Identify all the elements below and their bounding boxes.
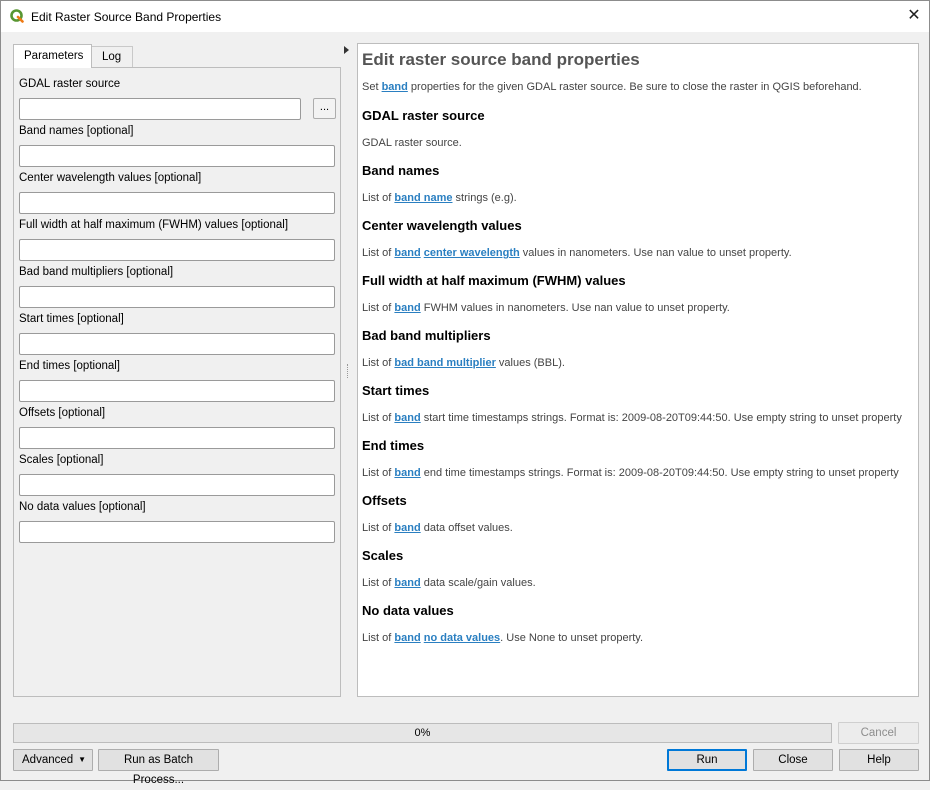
collapse-arrow-icon[interactable]: [343, 45, 351, 55]
band-link[interactable]: band: [394, 412, 420, 424]
window-title: Edit Raster Source Band Properties: [31, 10, 222, 24]
help-title: Edit raster source band properties: [362, 50, 640, 69]
help-heading-no-data-values: No data values: [362, 603, 454, 618]
help-text: List of: [362, 302, 395, 314]
band-link[interactable]: band: [394, 302, 420, 314]
help-desc-fwhm: List of band FWHM values in nanometers. …: [362, 302, 730, 314]
band-name-link[interactable]: band name: [394, 192, 452, 204]
help-text: strings (e.g).: [452, 192, 517, 204]
band-link[interactable]: band: [394, 632, 420, 644]
help-text: List of: [362, 412, 395, 424]
start-times-input[interactable]: [19, 333, 335, 355]
band-names-input[interactable]: [19, 145, 335, 167]
gdal-raster-source-input[interactable]: [19, 98, 301, 120]
band-link[interactable]: band: [394, 467, 420, 479]
help-heading-end-times: End times: [362, 438, 425, 453]
offsets-input[interactable]: [19, 427, 335, 449]
help-text: List of: [362, 357, 395, 369]
progress-text: 0%: [414, 727, 431, 739]
help-heading-bad-band-multipliers: Bad band multipliers: [362, 328, 491, 343]
field-label-band-names: Band names [optional]: [19, 125, 134, 137]
help-intro-text: Set: [362, 81, 382, 93]
band-link[interactable]: band: [394, 522, 420, 534]
bad-band-multipliers-input[interactable]: [19, 286, 335, 308]
help-intro-text: properties for the given GDAL raster sou…: [407, 81, 862, 93]
help-heading-band-names: Band names: [362, 163, 440, 178]
help-panel: Edit raster source band properties Set b…: [357, 43, 919, 697]
help-intro: Set band properties for the given GDAL r…: [362, 81, 862, 93]
help-heading-scales: Scales: [362, 548, 404, 563]
field-label-end-times: End times [optional]: [19, 360, 121, 372]
advanced-button[interactable]: Advanced ▼: [13, 749, 93, 771]
help-text: start time timestamps strings. Format is…: [420, 412, 902, 424]
no-data-values-link[interactable]: no data values: [424, 632, 500, 644]
center-wavelength-link[interactable]: center wavelength: [424, 247, 520, 259]
close-button[interactable]: Close: [753, 749, 833, 771]
help-desc-end-times: List of band end time timestamps strings…: [362, 467, 899, 479]
help-text: List of: [362, 577, 395, 589]
run-button[interactable]: Run: [667, 749, 747, 771]
help-desc-start-times: List of band start time timestamps strin…: [362, 412, 902, 424]
help-heading-fwhm: Full width at half maximum (FWHM) values: [362, 273, 626, 288]
scales-input[interactable]: [19, 474, 335, 496]
help-text: List of: [362, 247, 395, 259]
dialog-window: Edit Raster Source Band Properties ✕ Par…: [0, 0, 930, 786]
no-data-values-input[interactable]: [19, 521, 335, 543]
run-batch-button[interactable]: Run as Batch Process...: [98, 749, 219, 786]
help-text: FWHM values in nanometers. Use nan value…: [420, 302, 730, 314]
title-bar: Edit Raster Source Band Properties ✕: [1, 1, 929, 32]
tab-log[interactable]: Log: [91, 46, 133, 67]
help-text: List of: [362, 192, 395, 204]
help-heading-start-times: Start times: [362, 383, 430, 398]
field-label-no-data-values: No data values [optional]: [19, 501, 146, 513]
help-desc-scales: List of band data scale/gain values.: [362, 577, 536, 589]
help-desc-gdal-raster-source: GDAL raster source.: [362, 137, 462, 149]
browse-button[interactable]: ...: [313, 98, 336, 119]
help-text: values (BBL).: [495, 357, 565, 369]
field-label-offsets: Offsets [optional]: [19, 407, 106, 419]
field-label-center-wavelength: Center wavelength values [optional]: [19, 172, 202, 184]
splitter-handle[interactable]: [347, 364, 350, 378]
help-text: end time timestamps strings. Format is: …: [420, 467, 899, 479]
close-icon[interactable]: ✕: [899, 1, 929, 32]
band-link[interactable]: band: [394, 577, 420, 589]
help-text: data scale/gain values.: [420, 577, 536, 589]
help-desc-bad-band-multipliers: List of bad band multiplier values (BBL)…: [362, 357, 565, 369]
qgis-logo-icon: [10, 9, 24, 23]
band-link[interactable]: band: [382, 81, 408, 93]
progress-bar: 0%: [13, 723, 832, 743]
field-label-fwhm: Full width at half maximum (FWHM) values…: [19, 219, 289, 231]
bad-band-multiplier-link[interactable]: bad band multiplier: [394, 357, 495, 369]
help-desc-offsets: List of band data offset values.: [362, 522, 513, 534]
field-label-gdal-raster-source: GDAL raster source: [19, 78, 121, 90]
field-label-bad-band-multipliers: Bad band multipliers [optional]: [19, 266, 174, 278]
help-heading-gdal-raster-source: GDAL raster source: [362, 108, 485, 123]
help-heading-offsets: Offsets: [362, 493, 407, 508]
help-text: data offset values.: [420, 522, 513, 534]
help-desc-center-wavelength: List of band center wavelength values in…: [362, 247, 792, 259]
parameters-panel: GDAL raster source ... Band names [optio…: [13, 67, 341, 697]
field-label-start-times: Start times [optional]: [19, 313, 124, 325]
end-times-input[interactable]: [19, 380, 335, 402]
band-link[interactable]: band: [394, 247, 420, 259]
center-wavelength-input[interactable]: [19, 192, 335, 214]
help-text: List of: [362, 522, 395, 534]
help-desc-no-data-values: List of band no data values. Use None to…: [362, 632, 643, 644]
tab-parameters[interactable]: Parameters: [13, 44, 92, 68]
help-text: . Use None to unset property.: [500, 632, 644, 644]
help-heading-center-wavelength: Center wavelength values: [362, 218, 522, 233]
advanced-label: Advanced: [22, 754, 74, 766]
field-label-scales: Scales [optional]: [19, 454, 104, 466]
help-desc-band-names: List of band name strings (e.g).: [362, 192, 517, 204]
chevron-down-icon: ▼: [78, 755, 86, 764]
help-text: List of: [362, 467, 395, 479]
cancel-button[interactable]: Cancel: [838, 722, 919, 744]
help-text: List of: [362, 632, 395, 644]
fwhm-input[interactable]: [19, 239, 335, 261]
help-button[interactable]: Help: [839, 749, 919, 771]
help-text: values in nanometers. Use nan value to u…: [519, 247, 792, 259]
